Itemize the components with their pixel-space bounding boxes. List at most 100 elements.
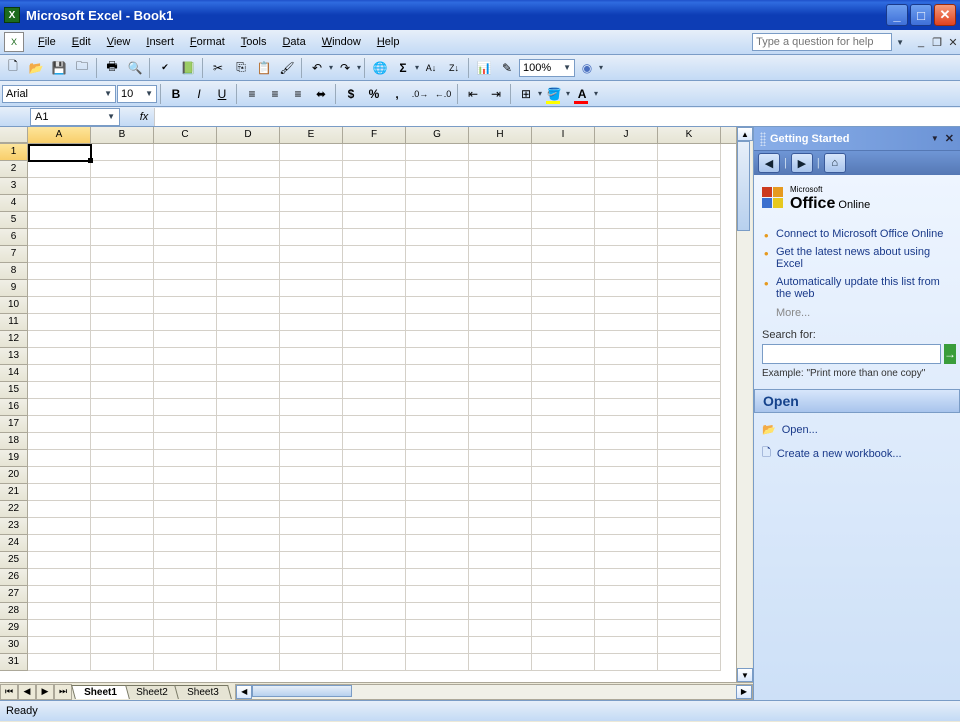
font-name-select[interactable]: Arial▼: [2, 85, 116, 103]
cell[interactable]: [154, 569, 217, 586]
cell[interactable]: [217, 246, 280, 263]
cell[interactable]: [658, 195, 721, 212]
cell[interactable]: [154, 518, 217, 535]
cell[interactable]: [406, 246, 469, 263]
cell[interactable]: [217, 535, 280, 552]
open-file-link[interactable]: 📂Open...: [762, 419, 952, 440]
cell[interactable]: [217, 331, 280, 348]
cell[interactable]: [532, 399, 595, 416]
cell[interactable]: [217, 620, 280, 637]
menu-format[interactable]: Format: [182, 33, 233, 51]
borders-icon[interactable]: ⊞: [515, 83, 537, 105]
cell[interactable]: [469, 382, 532, 399]
cell[interactable]: [217, 433, 280, 450]
cell[interactable]: [595, 161, 658, 178]
cell[interactable]: [406, 161, 469, 178]
cell[interactable]: [154, 586, 217, 603]
cell[interactable]: [28, 331, 91, 348]
cell[interactable]: [217, 144, 280, 161]
menu-view[interactable]: View: [99, 33, 139, 51]
cell[interactable]: [532, 178, 595, 195]
cell[interactable]: [532, 586, 595, 603]
cell[interactable]: [532, 518, 595, 535]
zoom-select[interactable]: 100%▼: [519, 59, 575, 77]
cell[interactable]: [532, 416, 595, 433]
cell[interactable]: [280, 382, 343, 399]
forward-icon[interactable]: ▶: [791, 153, 813, 173]
row-header[interactable]: 29: [0, 620, 28, 637]
cell[interactable]: [406, 212, 469, 229]
column-header[interactable]: B: [91, 127, 154, 143]
cell[interactable]: [406, 280, 469, 297]
cell[interactable]: [658, 365, 721, 382]
cell[interactable]: [469, 620, 532, 637]
cell[interactable]: [469, 178, 532, 195]
cell[interactable]: [658, 450, 721, 467]
cell[interactable]: [28, 399, 91, 416]
row-header[interactable]: 5: [0, 212, 28, 229]
cell[interactable]: [469, 569, 532, 586]
row-header[interactable]: 14: [0, 365, 28, 382]
row-header[interactable]: 10: [0, 297, 28, 314]
print-icon[interactable]: 🖶: [101, 57, 123, 79]
cell[interactable]: [658, 654, 721, 671]
cell[interactable]: [406, 144, 469, 161]
home-icon[interactable]: ⌂: [824, 153, 846, 173]
task-pane-link[interactable]: Automatically update this list from the …: [762, 273, 952, 303]
cell[interactable]: [406, 195, 469, 212]
row-header[interactable]: 12: [0, 331, 28, 348]
drawing-icon[interactable]: ✎: [496, 57, 518, 79]
cell[interactable]: [217, 654, 280, 671]
cell[interactable]: [406, 433, 469, 450]
row-header[interactable]: 7: [0, 246, 28, 263]
cell[interactable]: [343, 603, 406, 620]
row-header[interactable]: 6: [0, 229, 28, 246]
cell[interactable]: [280, 365, 343, 382]
cell[interactable]: [91, 144, 154, 161]
cell[interactable]: [595, 314, 658, 331]
cell[interactable]: [28, 518, 91, 535]
next-sheet-icon[interactable]: ▶: [36, 684, 54, 700]
cell[interactable]: [658, 280, 721, 297]
cell[interactable]: [406, 365, 469, 382]
cell[interactable]: [532, 450, 595, 467]
cell[interactable]: [91, 467, 154, 484]
cell[interactable]: [217, 484, 280, 501]
cell[interactable]: [343, 212, 406, 229]
cell[interactable]: [469, 433, 532, 450]
cell[interactable]: [595, 178, 658, 195]
cell[interactable]: [469, 246, 532, 263]
cell[interactable]: [658, 297, 721, 314]
cell[interactable]: [28, 501, 91, 518]
menu-window[interactable]: Window: [314, 33, 369, 51]
row-header[interactable]: 4: [0, 195, 28, 212]
cell[interactable]: [28, 535, 91, 552]
cell[interactable]: [28, 280, 91, 297]
cell[interactable]: [91, 654, 154, 671]
cell[interactable]: [343, 331, 406, 348]
cell[interactable]: [28, 637, 91, 654]
cell[interactable]: [154, 603, 217, 620]
cell[interactable]: [658, 569, 721, 586]
cell[interactable]: [154, 399, 217, 416]
cell[interactable]: [343, 280, 406, 297]
cell[interactable]: [91, 365, 154, 382]
cell[interactable]: [217, 586, 280, 603]
row-header[interactable]: 30: [0, 637, 28, 654]
cell[interactable]: [343, 229, 406, 246]
cell[interactable]: [658, 399, 721, 416]
bold-icon[interactable]: B: [165, 83, 187, 105]
cell[interactable]: [406, 620, 469, 637]
minimize-button[interactable]: _: [886, 4, 908, 26]
cell[interactable]: [406, 297, 469, 314]
scroll-left-icon[interactable]: ◀: [236, 685, 252, 699]
cell[interactable]: [595, 654, 658, 671]
cell[interactable]: [532, 229, 595, 246]
cell[interactable]: [343, 144, 406, 161]
cell[interactable]: [343, 161, 406, 178]
cell[interactable]: [91, 348, 154, 365]
cell[interactable]: [91, 518, 154, 535]
cell[interactable]: [658, 603, 721, 620]
row-header[interactable]: 17: [0, 416, 28, 433]
cell[interactable]: [406, 331, 469, 348]
